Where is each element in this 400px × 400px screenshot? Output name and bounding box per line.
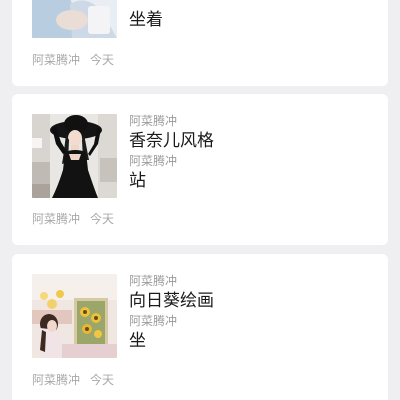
article-source-secondary: 阿菜腾冲 xyxy=(129,314,178,328)
article-title-secondary[interactable]: 坐 xyxy=(129,330,146,352)
footer-source: 阿菜腾冲 xyxy=(32,373,81,387)
article-title[interactable]: 坐着 xyxy=(129,9,163,31)
article-title-secondary[interactable]: 站 xyxy=(129,170,146,192)
article-source: 阿菜腾冲 xyxy=(129,274,178,288)
footer-source: 阿菜腾冲 xyxy=(32,53,81,67)
thumbnail-image xyxy=(32,114,117,198)
article-title[interactable]: 向日葵绘画 xyxy=(129,290,214,312)
article-card[interactable]: 阿菜腾冲 香奈儿风格 阿菜腾冲 站 阿菜腾冲 今天 xyxy=(12,94,388,245)
article-source: 阿菜腾冲 xyxy=(129,114,178,128)
article-thumbnail[interactable] xyxy=(32,0,117,38)
article-meta: 阿菜腾冲 今天 xyxy=(32,210,114,227)
thumbnail-image xyxy=(32,0,117,38)
article-meta: 阿菜腾冲 今天 xyxy=(32,371,114,388)
article-source-secondary: 阿菜腾冲 xyxy=(129,154,178,168)
footer-time: 今天 xyxy=(90,373,115,387)
footer-time: 今天 xyxy=(90,212,115,226)
article-card[interactable]: 阿菜腾冲 向日葵绘画 阿菜腾冲 坐 阿菜腾冲 今天 xyxy=(12,254,388,400)
article-feed: 坐着 阿菜腾冲 今天 阿菜腾冲 香奈儿风格 阿菜腾冲 站 阿菜腾冲 今天 阿菜腾… xyxy=(0,0,400,400)
article-thumbnail[interactable] xyxy=(32,274,117,358)
article-title[interactable]: 香奈儿风格 xyxy=(129,130,214,152)
article-thumbnail[interactable] xyxy=(32,114,117,198)
article-card[interactable]: 坐着 阿菜腾冲 今天 xyxy=(12,0,388,86)
article-meta: 阿菜腾冲 今天 xyxy=(32,51,114,68)
footer-source: 阿菜腾冲 xyxy=(32,212,81,226)
footer-time: 今天 xyxy=(90,53,115,67)
thumbnail-image xyxy=(32,274,117,358)
